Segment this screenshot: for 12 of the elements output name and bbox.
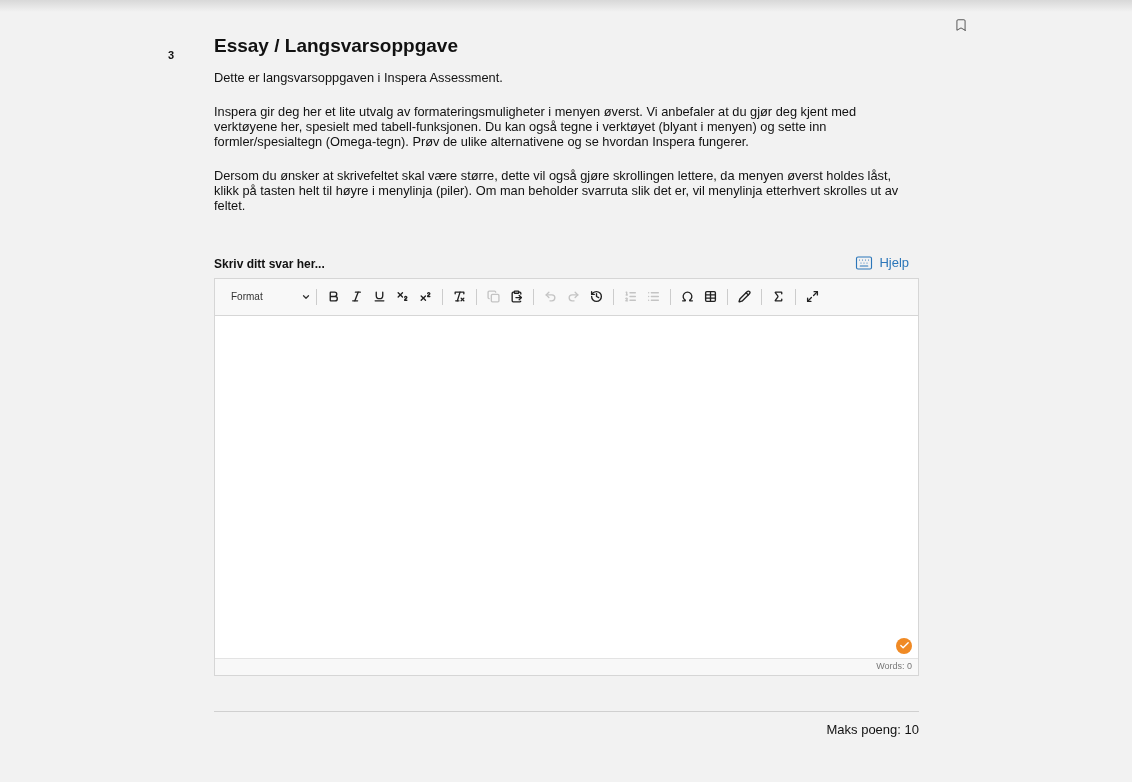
- question-title: Essay / Langsvarsoppgave: [214, 34, 459, 58]
- max-points: Maks poeng: 10: [826, 720, 919, 739]
- help-link[interactable]: Hjelp: [855, 253, 909, 273]
- answer-label: Skriv ditt svar her...: [214, 255, 325, 273]
- bookmark-icon[interactable]: [954, 18, 968, 32]
- paragraph: Inspera gir deg her et lite utvalg av formateringsmuligheter i menyen øverst. Vi anbefaler at du gjør deg kjent med verktøyene her, spesielt med tabell-funksjonen. Du kan også tegne i verktøyet (blyant i menyen) og sette inn formler/spesialtegn (Omega-tegn). Prøv de ulike alternativene og se hvordan Inspera fungerer.: [214, 104, 858, 149]
- paragraph: Dersom du ønsker at skrivefeltet skal være større, dette vil også gjøre skrollingen lettere, da menyen øverst holdes låst, klikk på tasten helt til høyre i menylinja (piler). Om man beholder svarruta slik det er, vil menylinja etterhvert skrolles ut av feltet.: [214, 168, 900, 213]
- paragraph: Dette er langsvarsoppgaven i Inspera Assessment.: [214, 70, 504, 85]
- question-number: 3: [168, 49, 175, 61]
- word-count: Words: 0: [876, 659, 912, 673]
- format-dropdown[interactable]: Format: [231, 289, 311, 304]
- keyboard-icon: [855, 253, 874, 272]
